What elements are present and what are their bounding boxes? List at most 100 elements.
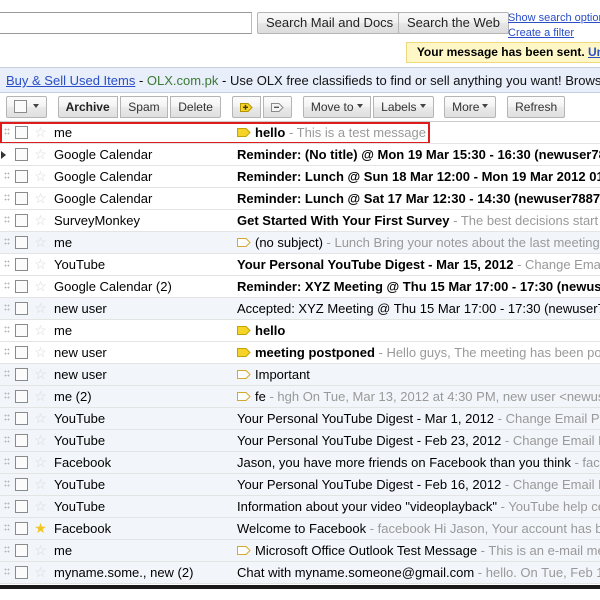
row-star-cell[interactable]: ☆ [31, 345, 50, 360]
row-checkbox[interactable] [15, 236, 28, 249]
row-subject-cell[interactable]: Accepted: XYZ Meeting @ Thu 15 Mar 17:00… [235, 301, 600, 316]
row-subject-cell[interactable]: Your Personal YouTube Digest - Feb 23, 2… [235, 433, 600, 448]
row-star-cell[interactable]: ☆ [31, 125, 50, 140]
row-subject-cell[interactable]: Chat with myname.someone@gmail.com - hel… [235, 565, 600, 580]
mark-not-important-button[interactable] [263, 96, 293, 118]
row-subject-cell[interactable]: hello [235, 323, 600, 338]
row-checkbox-cell[interactable] [12, 500, 31, 513]
row-drag-handle[interactable] [0, 386, 12, 407]
row-drag-handle[interactable] [0, 342, 12, 363]
row-star-cell[interactable]: ☆ [31, 323, 50, 338]
star-icon[interactable]: ☆ [34, 190, 47, 206]
row-checkbox-cell[interactable] [12, 522, 31, 535]
table-row[interactable]: ☆ new user Accepted: XYZ Meeting @ Thu 15 … [0, 298, 600, 320]
table-row[interactable]: ☆ myname.some., new (2) Chat with myname.s… [0, 562, 600, 584]
table-row[interactable]: ☆ me (no subject) - Lunch Bring your notes… [0, 232, 600, 254]
row-checkbox[interactable] [15, 346, 28, 359]
table-row[interactable]: ☆ YouTube Your Personal YouTube Digest - F… [0, 430, 600, 452]
row-star-cell[interactable]: ☆ [31, 367, 50, 382]
label-tag-filled-icon[interactable] [237, 325, 251, 336]
select-all-checkbox-icon[interactable] [14, 100, 27, 113]
row-checkbox[interactable] [15, 390, 28, 403]
row-checkbox-cell[interactable] [12, 566, 31, 579]
row-checkbox[interactable] [15, 368, 28, 381]
star-icon[interactable]: ☆ [34, 498, 47, 514]
row-drag-handle[interactable] [0, 188, 12, 209]
row-drag-handle[interactable] [0, 518, 12, 539]
row-drag-handle[interactable] [0, 232, 12, 253]
undo-link[interactable]: Un [588, 45, 600, 59]
row-checkbox[interactable] [15, 280, 28, 293]
row-checkbox[interactable] [15, 258, 28, 271]
row-drag-handle[interactable] [0, 496, 12, 517]
label-tag-outline-icon[interactable] [237, 391, 251, 402]
row-star-cell[interactable]: ☆ [31, 235, 50, 250]
row-checkbox-cell[interactable] [12, 412, 31, 425]
star-icon[interactable]: ☆ [34, 256, 47, 272]
star-icon[interactable]: ☆ [34, 388, 47, 404]
row-star-cell[interactable]: ☆ [31, 257, 50, 272]
row-star-cell[interactable]: ☆ [31, 169, 50, 184]
row-checkbox-cell[interactable] [12, 324, 31, 337]
table-row[interactable]: ☆ YouTube Your Personal YouTube Digest - M… [0, 254, 600, 276]
row-checkbox[interactable] [15, 566, 28, 579]
row-checkbox-cell[interactable] [12, 346, 31, 359]
row-drag-handle[interactable] [0, 474, 12, 495]
table-row[interactable]: ☆ me (2) fe - hgh On Tue, Mar 13, 2012 at … [0, 386, 600, 408]
row-checkbox[interactable] [15, 522, 28, 535]
row-drag-handle[interactable] [0, 562, 12, 583]
spam-button[interactable]: Spam [120, 96, 168, 118]
star-icon[interactable]: ☆ [34, 234, 47, 250]
row-checkbox-cell[interactable] [12, 126, 31, 139]
star-icon[interactable]: ☆ [34, 124, 47, 140]
row-checkbox[interactable] [15, 544, 28, 557]
table-row[interactable]: ☆ new user Important [0, 364, 600, 386]
star-icon[interactable]: ★ [34, 520, 47, 536]
search-input[interactable] [0, 12, 252, 34]
row-drag-handle[interactable] [0, 430, 12, 451]
star-icon[interactable]: ☆ [34, 542, 47, 558]
table-row[interactable]: ☆ YouTube Your Personal YouTube Digest - M… [0, 408, 600, 430]
row-checkbox[interactable] [15, 456, 28, 469]
row-star-cell[interactable]: ☆ [31, 147, 50, 162]
row-star-cell[interactable]: ☆ [31, 213, 50, 228]
star-icon[interactable]: ☆ [34, 168, 47, 184]
row-drag-handle[interactable] [0, 144, 12, 165]
row-subject-cell[interactable]: Jason, you have more friends on Facebook… [235, 455, 600, 470]
row-drag-handle[interactable] [0, 298, 12, 319]
select-all-dropdown[interactable] [6, 96, 47, 118]
row-subject-cell[interactable]: Reminder: Lunch @ Sun 18 Mar 12:00 - Mon… [235, 169, 600, 184]
row-star-cell[interactable]: ☆ [31, 499, 50, 514]
row-drag-handle[interactable] [0, 254, 12, 275]
table-row[interactable]: ☆ Google Calendar Reminder: Lunch @ Sun 18… [0, 166, 600, 188]
row-drag-handle[interactable] [0, 452, 12, 473]
row-drag-handle[interactable] [0, 210, 12, 231]
row-subject-cell[interactable]: (no subject) - Lunch Bring your notes ab… [235, 235, 600, 250]
row-subject-cell[interactable]: Reminder: XYZ Meeting @ Thu 15 Mar 17:00… [235, 279, 600, 294]
row-checkbox-cell[interactable] [12, 148, 31, 161]
row-subject-cell[interactable]: meeting postponed - Hello guys, The meet… [235, 345, 600, 360]
table-row[interactable]: ☆ YouTube Information about your video "vi… [0, 496, 600, 518]
star-icon[interactable]: ☆ [34, 366, 47, 382]
row-subject-cell[interactable]: hello - This is a test message [235, 125, 600, 140]
mail-list[interactable]: ☆ me hello - This is a test message ☆ Google… [0, 122, 600, 589]
row-star-cell[interactable]: ☆ [31, 191, 50, 206]
row-subject-cell[interactable]: Information about your video "videoplayb… [235, 499, 600, 514]
row-checkbox[interactable] [15, 170, 28, 183]
labels-button[interactable]: Labels [373, 96, 434, 118]
row-checkbox[interactable] [15, 148, 28, 161]
star-icon[interactable]: ☆ [34, 322, 47, 338]
row-star-cell[interactable]: ☆ [31, 301, 50, 316]
row-subject-cell[interactable]: Microsoft Office Outlook Test Message - … [235, 543, 600, 558]
table-row[interactable]: ☆ SurveyMonkey Get Started With Your First… [0, 210, 600, 232]
star-icon[interactable]: ☆ [34, 432, 47, 448]
row-star-cell[interactable]: ☆ [31, 455, 50, 470]
row-star-cell[interactable]: ☆ [31, 543, 50, 558]
row-checkbox-cell[interactable] [12, 302, 31, 315]
row-drag-handle[interactable] [0, 320, 12, 341]
label-tag-outline-icon[interactable] [237, 369, 251, 380]
row-subject-cell[interactable]: Reminder: Lunch @ Sat 17 Mar 12:30 - 14:… [235, 191, 600, 206]
star-icon[interactable]: ☆ [34, 564, 47, 580]
row-checkbox-cell[interactable] [12, 390, 31, 403]
table-row[interactable]: ☆ new user meeting postponed - Hello guys,… [0, 342, 600, 364]
